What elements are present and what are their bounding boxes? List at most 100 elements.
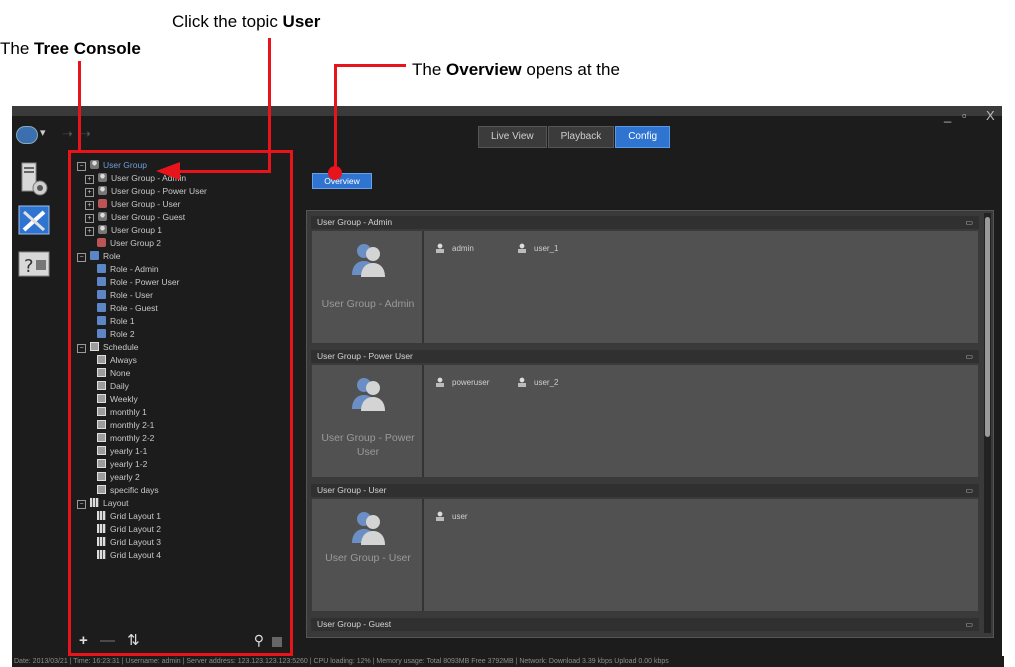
back-arrow-icon[interactable]: ➝ [62,126,73,142]
overview-button[interactable]: Overview [312,173,372,189]
sort-icon[interactable]: ⇅ [127,632,140,649]
annotation-dot [328,166,342,180]
collapse-section-icon[interactable]: ▭ [965,216,973,229]
role-icon [97,303,106,312]
tree-item-schedule[interactable]: − Schedule [77,341,138,354]
collapse-section-icon[interactable]: ▭ [965,618,973,631]
tab-live-view[interactable]: Live View [478,126,547,148]
tree-item-role-power-user[interactable]: Role - Power User [97,276,179,289]
collapse-icon[interactable]: − [77,500,86,509]
tree-item-role-1[interactable]: Role 1 [97,315,135,328]
group-name: User Group - User [325,552,411,564]
tree-item-schedule-yearly-1-2[interactable]: yearly 1-2 [97,458,147,471]
tree-item-schedule-monthly-2-2[interactable]: monthly 2-2 [97,432,154,445]
collapse-section-icon[interactable]: ▭ [965,484,973,497]
tree-item-role-2[interactable]: Role 2 [97,328,135,341]
user-group-icon [98,173,107,182]
minimize-button[interactable]: _ [944,108,951,123]
tree-item-label: User Group - User [111,199,181,209]
user-group-avatar-icon [352,512,385,545]
tree-item-label: monthly 1 [110,407,147,417]
scrollbar-thumb[interactable] [985,217,990,437]
member-item[interactable]: user [436,511,468,521]
tree-item-role-user[interactable]: Role - User [97,289,153,302]
annotation-text: The [0,39,35,58]
filter-icon[interactable] [272,637,282,647]
app-logo-icon[interactable] [16,126,38,144]
add-icon[interactable]: + [79,632,88,649]
tree-item-user-group-2[interactable]: User Group 2 [97,237,161,250]
help-icon[interactable]: ? [16,246,54,284]
tree-item-schedule-none[interactable]: None [97,367,130,380]
tab-playback[interactable]: Playback [547,126,615,148]
tree-item-grid-layout-4[interactable]: Grid Layout 4 [97,549,161,562]
restore-button[interactable]: ▫ [962,108,967,123]
member-item[interactable]: admin [436,243,474,253]
annotation-line [178,170,271,173]
tree-item-schedule-always[interactable]: Always [97,354,137,367]
search-icon[interactable]: ⚲ [254,632,264,649]
collapse-icon[interactable]: − [77,344,86,353]
user-group-card[interactable]: User Group - Admin admin user_1 [311,230,979,344]
expand-icon[interactable]: + [85,175,94,184]
tree-item-user-group-user[interactable]: + User Group - User [85,198,180,211]
tree-item-grid-layout-3[interactable]: Grid Layout 3 [97,536,161,549]
tree-item-role-admin[interactable]: Role - Admin [97,263,159,276]
user-group-card[interactable]: User Group - User user [311,498,979,612]
expand-icon[interactable]: + [85,201,94,210]
annotation-line [78,61,81,153]
tree-item-label: specific days [110,485,159,495]
config-tools-icon[interactable] [16,202,54,240]
tree-item-layout[interactable]: − Layout [77,497,129,510]
vertical-scrollbar[interactable] [984,213,991,633]
expand-icon[interactable]: + [85,188,94,197]
member-item[interactable]: user_2 [518,377,558,387]
tree-item-schedule-monthly-2-1[interactable]: monthly 2-1 [97,419,154,432]
annotation-text: The [412,60,447,79]
schedule-icon [97,368,106,377]
tree-item-grid-layout-1[interactable]: Grid Layout 1 [97,510,161,523]
tree-item-role-guest[interactable]: Role - Guest [97,302,158,315]
tree-item-label: Role 2 [110,329,135,339]
expand-icon[interactable]: + [85,227,94,236]
schedule-icon [97,485,106,494]
schedule-icon [97,381,106,390]
tree-item-user-group-1[interactable]: + User Group 1 [85,224,162,237]
annotation-text: Click the topic [172,12,283,31]
tree-item-schedule-daily[interactable]: Daily [97,380,129,393]
tree-item-schedule-monthly-1[interactable]: monthly 1 [97,406,147,419]
member-name: poweruser [452,378,490,387]
user-icon [436,511,444,521]
tree-item-label: yearly 1-2 [110,459,148,469]
tree-item-user-group-power-user[interactable]: + User Group - Power User [85,185,207,198]
chevron-down-icon[interactable]: ▾ [40,126,46,139]
expand-icon[interactable]: + [85,214,94,223]
close-button[interactable]: X [986,108,995,123]
member-item[interactable]: poweruser [436,377,489,387]
member-name: user [452,512,468,521]
tree-item-schedule-specific-days[interactable]: specific days [97,484,159,497]
tree-item-schedule-weekly[interactable]: Weekly [97,393,138,406]
forward-arrow-icon[interactable]: ➝ [80,126,91,142]
server-icon[interactable] [16,160,54,198]
annotation-line [334,64,337,170]
schedule-icon [97,459,106,468]
tree-item-role[interactable]: − Role [77,250,120,263]
tree-item-schedule-yearly-2[interactable]: yearly 2 [97,471,140,484]
section-title: User Group - Power User [317,351,413,361]
tree-item-user-group-guest[interactable]: + User Group - Guest [85,211,185,224]
user-group-icon [98,186,107,195]
collapse-section-icon[interactable]: ▭ [965,350,973,363]
tree-item-schedule-yearly-1-1[interactable]: yearly 1-1 [97,445,147,458]
mode-tabs: Live View Playback Config [478,126,671,148]
schedule-icon [90,342,99,351]
tab-config[interactable]: Config [615,126,671,148]
member-item[interactable]: user_1 [518,243,558,253]
tree-item-user-group[interactable]: − User Group [77,159,147,172]
tree-item-grid-layout-2[interactable]: Grid Layout 2 [97,523,161,536]
collapse-icon[interactable]: − [77,162,86,171]
remove-icon[interactable]: — [100,632,115,649]
user-icon [436,243,444,253]
user-group-card[interactable]: User Group - Power User poweruser user_2 [311,364,979,478]
collapse-icon[interactable]: − [77,253,86,262]
